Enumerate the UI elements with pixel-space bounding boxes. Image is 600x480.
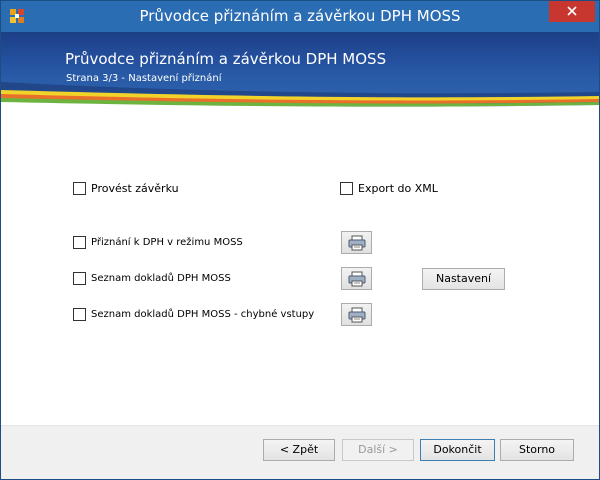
close-icon <box>567 6 577 16</box>
back-button[interactable]: < Zpět <box>263 439 335 461</box>
checkbox-export-xml[interactable]: Export do XML <box>340 180 438 196</box>
checkbox-label: Seznam dokladů DPH MOSS - chybné vstupy <box>91 308 315 320</box>
nastaveni-button[interactable]: Nastavení <box>422 268 505 290</box>
header-swoosh-graphic <box>1 82 599 112</box>
page-subtitle: Strana 3/3 - Nastavení přiznání <box>66 73 222 84</box>
printer-icon <box>348 271 366 287</box>
checkbox-label: Přiznání k DPH v režimu MOSS <box>91 236 243 248</box>
checkbox-provest-zaverku[interactable]: Provést závěrku <box>73 180 179 196</box>
wizard-window: Průvodce přiznáním a závěrkou DPH MOSS P… <box>0 0 600 480</box>
checkbox-box[interactable] <box>73 307 86 321</box>
checkbox-box[interactable] <box>73 235 86 249</box>
checkbox-box[interactable] <box>73 181 86 195</box>
checkbox-seznam-chybne[interactable]: Seznam dokladů DPH MOSS - chybné vstupy <box>73 306 314 322</box>
checkbox-label: Seznam dokladů DPH MOSS <box>91 272 231 284</box>
finish-button[interactable]: Dokončit <box>420 439 495 461</box>
window-title: Průvodce přiznáním a závěrkou DPH MOSS <box>139 7 461 25</box>
printer-icon <box>348 307 366 323</box>
app-icon <box>10 9 24 23</box>
print-seznam-button[interactable] <box>341 267 372 290</box>
cancel-button[interactable]: Storno <box>500 439 574 461</box>
close-button[interactable] <box>549 1 595 22</box>
checkbox-box[interactable] <box>340 181 353 195</box>
checkbox-box[interactable] <box>73 271 86 285</box>
checkbox-priznani-moss[interactable]: Přiznání k DPH v režimu MOSS <box>73 234 243 250</box>
checkbox-label: Export do XML <box>358 181 438 195</box>
checkbox-seznam-dokladu[interactable]: Seznam dokladů DPH MOSS <box>73 270 231 286</box>
printer-icon <box>348 235 366 251</box>
checkbox-label: Provést závěrku <box>91 181 179 195</box>
print-priznani-button[interactable] <box>341 231 372 254</box>
wizard-header: Průvodce přiznáním a závěrkou DPH MOSS S… <box>1 32 599 112</box>
title-bar[interactable]: Průvodce přiznáním a závěrkou DPH MOSS <box>1 1 599 32</box>
next-button[interactable]: Další > <box>342 439 414 461</box>
page-title: Průvodce přiznáním a závěrkou DPH MOSS <box>65 50 387 68</box>
print-seznam-chybne-button[interactable] <box>341 303 372 326</box>
